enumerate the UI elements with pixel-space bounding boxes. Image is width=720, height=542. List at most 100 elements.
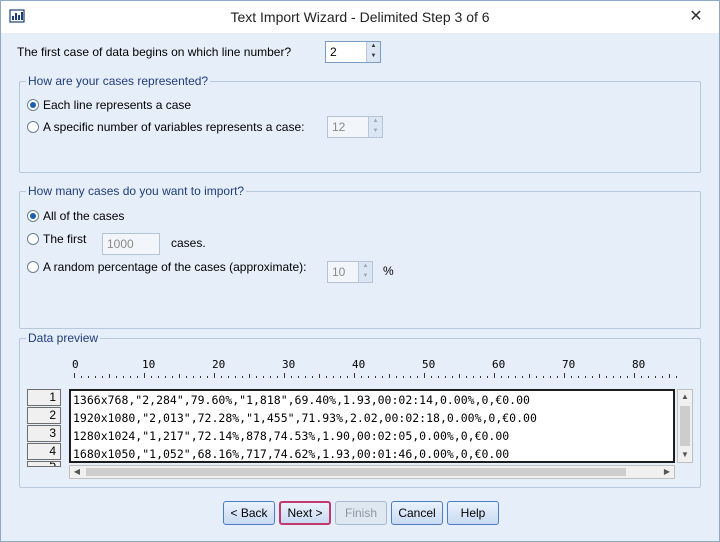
back-button[interactable]: < Back [223, 501, 275, 525]
ruler-label: 70 [562, 358, 576, 371]
scroll-down-icon[interactable]: ▼ [678, 448, 692, 462]
ruler-tick [228, 376, 229, 378]
radio-each-line-label: Each line represents a case [43, 98, 192, 112]
row-number: 4 [27, 443, 61, 460]
ruler-tick [368, 376, 369, 378]
spin-up-icon[interactable]: ▲ [367, 42, 380, 52]
finish-button: Finish [335, 501, 387, 525]
radio-all-cases[interactable]: All of the cases [27, 209, 124, 223]
ruler-tick [347, 376, 348, 378]
ruler-tick [270, 376, 271, 378]
ruler-tick [389, 374, 390, 378]
ruler-tick [508, 376, 509, 378]
cancel-button[interactable]: Cancel [391, 501, 443, 525]
ruler-tick [144, 373, 145, 378]
ruler-tick [81, 376, 82, 378]
spin-down-icon[interactable]: ▼ [367, 52, 380, 62]
radio-first-n-cases[interactable]: The first [27, 232, 86, 246]
ruler-tick [676, 376, 677, 378]
scroll-right-icon[interactable]: ▶ [660, 466, 674, 478]
first-case-line-spinner[interactable]: 2 ▲ ▼ [325, 41, 381, 63]
ruler-tick [606, 376, 607, 378]
ruler-tick [256, 376, 257, 378]
ruler-tick [452, 376, 453, 378]
horizontal-scrollbar[interactable]: ◀ ▶ [69, 465, 675, 479]
preview-row: 1366x768,"2,284",79.60%,"1,818",69.40%,1… [73, 393, 530, 407]
radio-specific-number-icon[interactable] [27, 121, 39, 133]
next-button[interactable]: Next > [279, 501, 331, 525]
ruler-tick [277, 376, 278, 378]
scroll-left-icon[interactable]: ◀ [70, 466, 84, 478]
first-case-label: The first case of data begins on which l… [17, 45, 292, 59]
vertical-scrollbar[interactable]: ▲ ▼ [677, 389, 693, 463]
ruler-tick [291, 376, 292, 378]
random-percentage-spinner: 10 ▲ ▼ [327, 261, 373, 283]
scroll-up-icon[interactable]: ▲ [678, 390, 692, 404]
variables-per-case-value: 12 [332, 120, 346, 134]
ruler-tick [396, 376, 397, 378]
wizard-body: The first case of data begins on which l… [1, 33, 719, 541]
first-n-cases-suffix: cases. [171, 236, 206, 250]
ruler-tick [543, 376, 544, 378]
ruler-tick [375, 376, 376, 378]
data-preview-legend: Data preview [26, 331, 101, 345]
preview-row: 1280x1024,"1,217",72.14%,878,74.53%,1.90… [73, 429, 510, 443]
title-bar[interactable]: Text Import Wizard - Delimited Step 3 of… [1, 1, 719, 33]
ruler-tick [613, 376, 614, 378]
ruler-tick [536, 376, 537, 378]
ruler-tick [137, 376, 138, 378]
help-button[interactable]: Help [447, 501, 499, 525]
ruler-tick [522, 376, 523, 378]
ruler-tick [417, 376, 418, 378]
ruler-tick [284, 373, 285, 378]
radio-first-n-cases-label: The first [43, 232, 87, 246]
ruler-tick [116, 376, 117, 378]
row-number: 2 [27, 407, 61, 424]
ruler-tick [515, 376, 516, 378]
ruler-tick [662, 376, 663, 378]
radio-each-line-icon[interactable] [27, 99, 39, 111]
ruler-tick [627, 376, 628, 378]
vertical-scroll-thumb[interactable] [680, 406, 690, 446]
radio-specific-number-label: A specific number of variables represent… [43, 120, 305, 134]
ruler-tick [263, 376, 264, 378]
radio-first-n-cases-icon[interactable] [27, 233, 39, 245]
spin-down-icon: ▼ [369, 127, 382, 137]
row-number: 1 [27, 389, 61, 406]
ruler-tick [410, 376, 411, 378]
ruler-tick [578, 376, 579, 378]
preview-row: 1920x1080,"2,013",72.28%,"1,455",71.93%,… [73, 411, 537, 425]
ruler-label: 80 [632, 358, 646, 371]
ruler-tick [466, 376, 467, 378]
radio-each-line[interactable]: Each line represents a case [27, 98, 191, 112]
ruler-tick [557, 376, 558, 378]
ruler-tick [655, 376, 656, 378]
ruler-tick [550, 376, 551, 378]
ruler-tick [298, 376, 299, 378]
radio-random-percentage[interactable]: A random percentage of the cases (approx… [27, 260, 306, 274]
first-case-line-value[interactable]: 2 [326, 45, 366, 59]
ruler-tick [648, 376, 649, 378]
ruler-tick [634, 373, 635, 378]
ruler-tick [382, 376, 383, 378]
ruler-tick [354, 373, 355, 378]
ruler-tick [123, 376, 124, 378]
variables-per-case-spinner: 12 ▲ ▼ [327, 116, 383, 138]
ruler-tick [305, 376, 306, 378]
ruler-tick [501, 376, 502, 378]
ruler-tick [193, 376, 194, 378]
ruler-tick [641, 376, 642, 378]
ruler-tick [431, 376, 432, 378]
ruler-tick [599, 374, 600, 378]
ruler-tick [494, 373, 495, 378]
radio-random-percentage-icon[interactable] [27, 261, 39, 273]
ruler-tick [445, 376, 446, 378]
radio-specific-number[interactable]: A specific number of variables represent… [27, 120, 304, 134]
first-n-cases-input: 1000 [102, 233, 160, 255]
data-preview-text[interactable]: 1366x768,"2,284",79.60%,"1,818",69.40%,1… [69, 389, 675, 463]
radio-random-percentage-label: A random percentage of the cases (approx… [43, 260, 307, 274]
radio-all-cases-icon[interactable] [27, 210, 39, 222]
ruler-tick [179, 374, 180, 378]
close-button[interactable]: ✕ [673, 1, 719, 31]
horizontal-scroll-thumb[interactable] [86, 468, 626, 476]
